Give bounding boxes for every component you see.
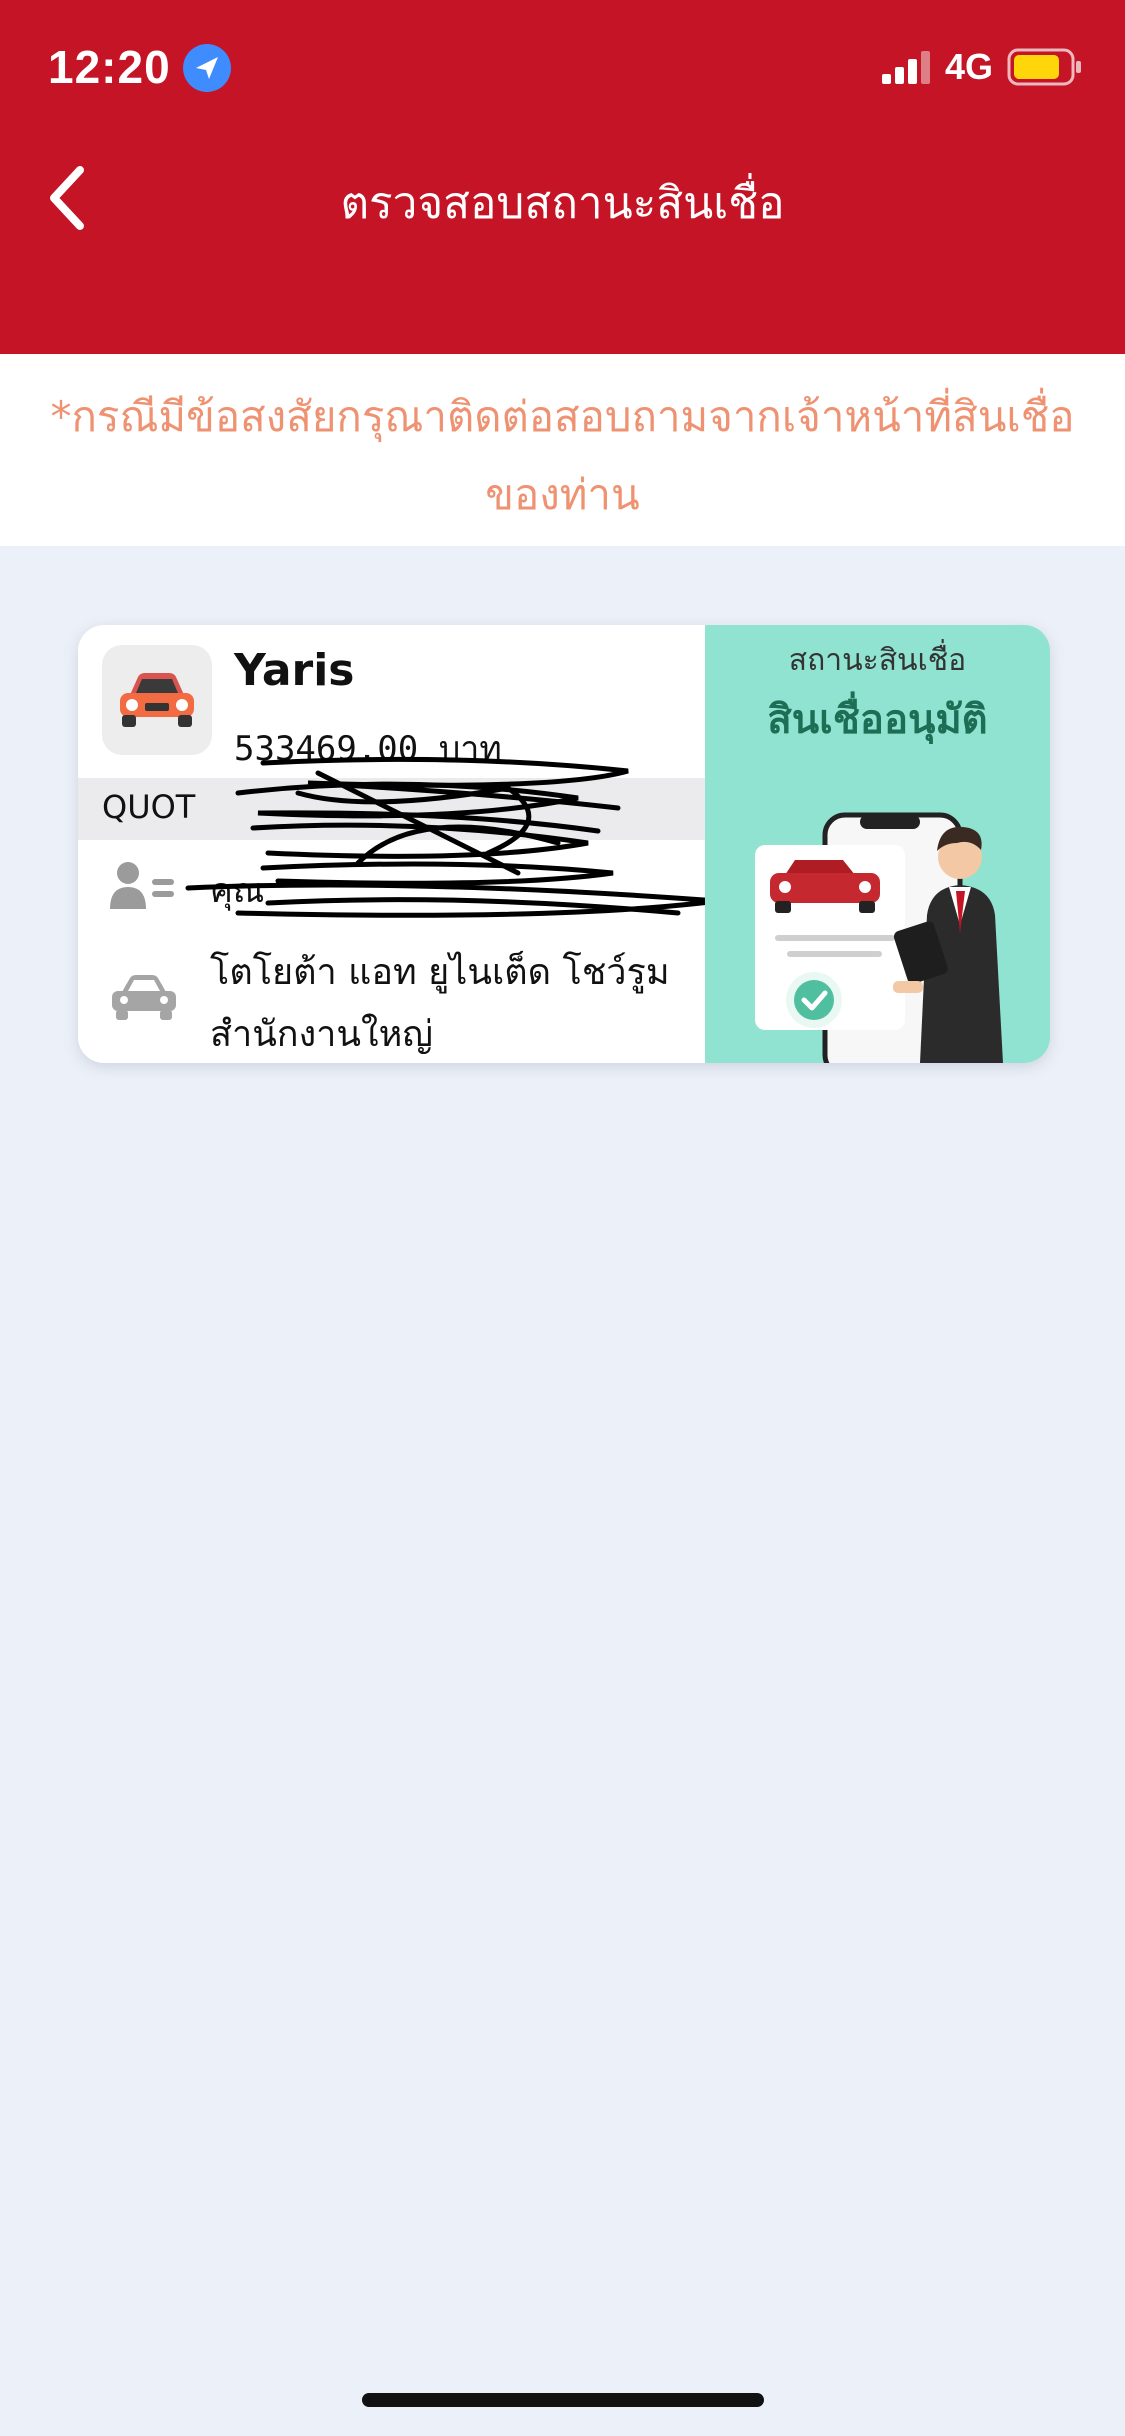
redaction-scribble [185, 756, 719, 918]
car-model: Yaris [234, 645, 355, 696]
page-title: ตรวจสอบสถานะสินเชื่อ [340, 178, 785, 229]
loan-status-card[interactable]: Yaris 533469.00 บาท QUOT คุณ โตโยต้า แอท… [78, 625, 1050, 1063]
car-front-icon [120, 673, 194, 727]
loan-details-panel: Yaris 533469.00 บาท QUOT คุณ โตโยต้า แอท… [78, 625, 719, 1063]
network-label: 4G [945, 46, 994, 87]
dealer-name: โตโยต้า แอท ยูไนเต็ด โชว์รูม [210, 952, 670, 993]
dealer-branch: สำนักงานใหญ่ [210, 1014, 433, 1055]
battery-icon [1007, 48, 1081, 86]
approval-illustration [755, 812, 1003, 1063]
car-side-icon [112, 975, 176, 1020]
status-value: สินเชื่ออนุมัติ [767, 697, 988, 743]
home-indicator[interactable] [362, 2393, 764, 2407]
status-panel: สถานะสินเชื่อ สินเชื่ออนุมัติ [705, 625, 1050, 1063]
location-arrow-icon [183, 44, 231, 92]
status-time: 12:20 [48, 41, 171, 93]
car-thumbnail [102, 645, 212, 755]
inquiry-notice: *กรณีมีข้อสงสัยกรุณาติดต่อสอบถามจากเจ้าห… [0, 354, 1125, 546]
status-label: สถานะสินเชื่อ [788, 643, 967, 678]
signal-bars-icon [882, 51, 930, 84]
